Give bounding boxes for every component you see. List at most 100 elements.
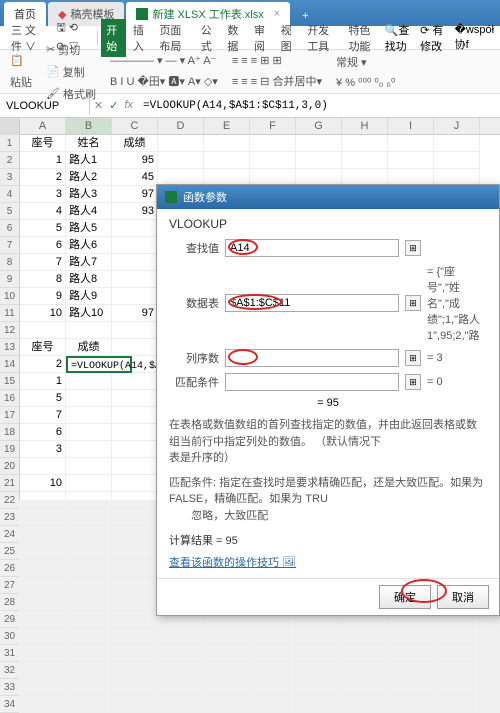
cell[interactable]: [388, 628, 434, 645]
cell[interactable]: [388, 135, 434, 152]
cell[interactable]: 1: [20, 373, 66, 390]
col-header-A[interactable]: A: [20, 118, 66, 134]
cell[interactable]: [20, 458, 66, 475]
cell[interactable]: [112, 611, 158, 628]
cell[interactable]: 5: [20, 220, 66, 237]
cell[interactable]: [434, 679, 480, 696]
row-header[interactable]: 26: [0, 560, 19, 577]
cell[interactable]: 9: [20, 288, 66, 305]
dialog-titlebar[interactable]: 函数参数: [157, 185, 499, 209]
cell[interactable]: 路人4: [66, 203, 112, 220]
col-header-J[interactable]: J: [434, 118, 480, 134]
row-header[interactable]: 27: [0, 577, 19, 594]
cell[interactable]: [388, 696, 434, 713]
row-header[interactable]: 12: [0, 322, 19, 339]
cell[interactable]: [66, 458, 112, 475]
cell[interactable]: 97: [112, 186, 158, 203]
cell[interactable]: [434, 696, 480, 713]
param-input-0[interactable]: A14: [225, 239, 399, 257]
cell[interactable]: [434, 152, 480, 169]
cell[interactable]: [204, 135, 250, 152]
cell[interactable]: 45: [112, 169, 158, 186]
cell[interactable]: [66, 441, 112, 458]
cell[interactable]: [20, 543, 66, 560]
ok-button[interactable]: 确定: [379, 585, 431, 609]
cell[interactable]: [388, 679, 434, 696]
formula-input[interactable]: =VLOOKUP(A14,$A$1:$C$11,3,0): [137, 97, 500, 115]
cell[interactable]: 1: [20, 152, 66, 169]
row-header[interactable]: 2: [0, 152, 19, 169]
col-header-F[interactable]: F: [250, 118, 296, 134]
cell[interactable]: [20, 594, 66, 611]
cell[interactable]: 2: [20, 356, 66, 373]
number-buttons[interactable]: ¥ % ⁰⁰⁰ ⁰₀ ₀⁰: [332, 74, 399, 91]
cell[interactable]: 路人9: [66, 288, 112, 305]
cell[interactable]: [112, 339, 158, 356]
row-header[interactable]: 18: [0, 424, 19, 441]
accept-formula-icon[interactable]: ✓: [109, 99, 118, 112]
cell[interactable]: [112, 594, 158, 611]
cell[interactable]: [20, 645, 66, 662]
menu-start[interactable]: 开始: [101, 19, 126, 57]
col-header-E[interactable]: E: [204, 118, 250, 134]
cell[interactable]: [158, 645, 204, 662]
cell[interactable]: 路人2: [66, 169, 112, 186]
cell[interactable]: [112, 407, 158, 424]
cell[interactable]: [66, 645, 112, 662]
menu-formula[interactable]: 公式: [196, 19, 221, 57]
cell[interactable]: [204, 152, 250, 169]
cut-button[interactable]: ✂ 剪切: [42, 40, 100, 60]
font-select[interactable]: ———— ▾ — ▾ A⁺ A⁻: [106, 52, 222, 69]
cell[interactable]: 路人7: [66, 254, 112, 271]
cell[interactable]: [158, 679, 204, 696]
menu-insert[interactable]: 插入: [128, 19, 153, 57]
cell[interactable]: [20, 509, 66, 526]
cell[interactable]: [204, 628, 250, 645]
cell[interactable]: 7: [20, 407, 66, 424]
cell[interactable]: [112, 560, 158, 577]
paste-button[interactable]: 📋: [6, 52, 36, 70]
cell[interactable]: [112, 475, 158, 492]
cell[interactable]: 路人3: [66, 186, 112, 203]
cell[interactable]: =VLOOKUP(A14,$A$1:: [66, 356, 132, 373]
fx-icon[interactable]: fx: [124, 99, 133, 112]
cell[interactable]: [112, 492, 158, 509]
cell[interactable]: 3: [20, 441, 66, 458]
align-buttons[interactable]: ≡ ≡ ≡ ⊞ ⊞: [228, 52, 326, 69]
cell[interactable]: [112, 577, 158, 594]
cell[interactable]: [158, 662, 204, 679]
cell[interactable]: [66, 492, 112, 509]
cell[interactable]: [112, 628, 158, 645]
cell[interactable]: [204, 662, 250, 679]
row-header[interactable]: 3: [0, 169, 19, 186]
row-header[interactable]: 14: [0, 356, 19, 373]
cell[interactable]: [112, 390, 158, 407]
cell[interactable]: [66, 322, 112, 339]
cell[interactable]: [66, 373, 112, 390]
col-header-G[interactable]: G: [296, 118, 342, 134]
help-link[interactable]: 查看该函数的操作技巧 🖼: [169, 557, 296, 569]
row-header[interactable]: 22: [0, 492, 19, 509]
cell[interactable]: [250, 645, 296, 662]
range-picker-icon[interactable]: ⊞: [405, 350, 421, 366]
cell[interactable]: [66, 560, 112, 577]
param-input-2[interactable]: [225, 349, 399, 367]
cell[interactable]: [250, 135, 296, 152]
row-header[interactable]: 7: [0, 237, 19, 254]
cell[interactable]: 路人5: [66, 220, 112, 237]
cell[interactable]: 3: [20, 186, 66, 203]
cell[interactable]: [296, 679, 342, 696]
cell[interactable]: [112, 526, 158, 543]
cell[interactable]: 座号: [20, 135, 66, 152]
row-header[interactable]: 25: [0, 543, 19, 560]
cell[interactable]: [388, 152, 434, 169]
name-box[interactable]: VLOOKUP: [0, 97, 90, 115]
cell[interactable]: 95: [112, 152, 158, 169]
cell[interactable]: [342, 152, 388, 169]
row-header[interactable]: 30: [0, 628, 19, 645]
cell[interactable]: 姓名: [66, 135, 112, 152]
row-header[interactable]: 24: [0, 526, 19, 543]
cell[interactable]: [296, 628, 342, 645]
menu-layout[interactable]: 页面布局: [154, 19, 193, 57]
param-input-3[interactable]: [225, 373, 399, 391]
